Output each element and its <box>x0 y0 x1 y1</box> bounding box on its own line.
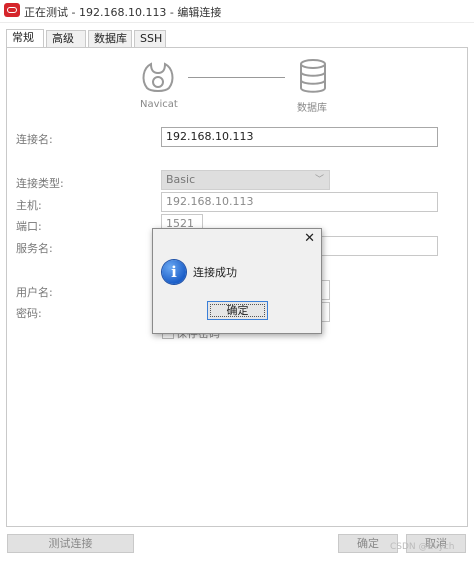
connection-type-label: 连接类型: <box>16 177 64 190</box>
window-title: 正在测试 - 192.168.10.113 - 编辑连接 <box>24 6 222 19</box>
flow-label-database: 数据库 <box>297 103 327 114</box>
connection-success-dialog: ✕ i 连接成功 确定 <box>152 228 322 334</box>
connection-name-input[interactable]: 192.168.10.113 <box>161 127 438 147</box>
host-input[interactable]: 192.168.10.113 <box>161 192 438 212</box>
host-label: 主机: <box>16 199 42 212</box>
database-icon <box>300 59 326 93</box>
flow-connector-line <box>188 77 285 78</box>
dialog-ok-button[interactable]: 确定 <box>207 301 268 320</box>
tab-general[interactable]: 常规 <box>6 29 44 48</box>
navicat-app-icon <box>4 3 20 17</box>
ok-button[interactable]: 确定 <box>338 534 398 553</box>
connection-name-label: 连接名: <box>16 133 53 146</box>
dialog-message: 连接成功 <box>193 266 237 279</box>
info-icon: i <box>162 260 186 284</box>
flow-label-navicat: Navicat <box>140 99 178 110</box>
connection-type-value: Basic <box>166 173 196 186</box>
title-bar: 正在测试 - 192.168.10.113 - 编辑连接 <box>0 0 474 23</box>
port-label: 端口: <box>16 220 42 233</box>
connection-type-select[interactable]: Basic ﹀ <box>161 170 330 190</box>
tab-advanced[interactable]: 高级 <box>46 30 86 47</box>
navicat-logo-icon <box>142 62 174 92</box>
tab-ssh[interactable]: SSH <box>134 30 166 47</box>
connection-flow: Navicat 数据库 <box>0 58 474 118</box>
watermark: CSDN @Evych <box>390 542 455 552</box>
close-icon[interactable]: ✕ <box>304 231 315 246</box>
chevron-down-icon: ﹀ <box>314 175 324 185</box>
password-label: 密码: <box>16 307 42 320</box>
tab-databases[interactable]: 数据库 <box>88 30 132 47</box>
test-connection-button[interactable]: 测试连接 <box>7 534 134 553</box>
username-label: 用户名: <box>16 286 53 299</box>
service-name-label: 服务名: <box>16 242 53 255</box>
